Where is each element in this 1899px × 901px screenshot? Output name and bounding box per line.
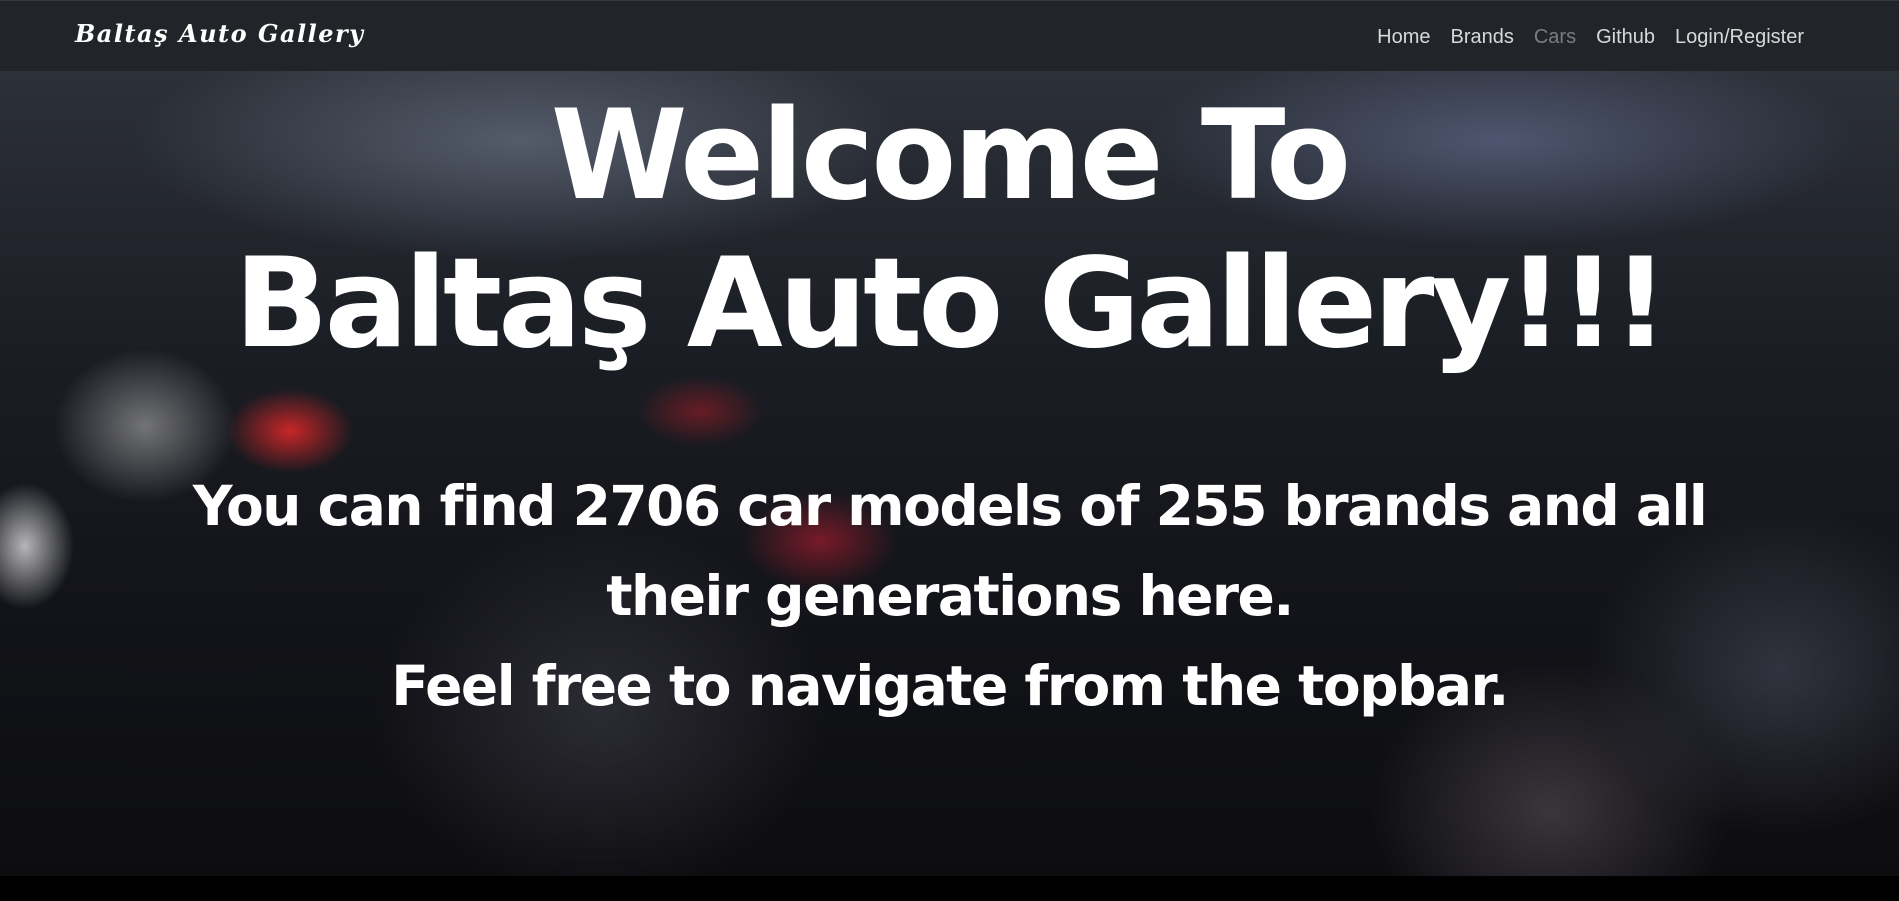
nav-item-brands: Brands bbox=[1440, 23, 1523, 51]
page: Baltaş Auto Gallery Home Brands Cars Git… bbox=[0, 0, 1899, 901]
nav-links: Home Brands Cars Github Login/Register bbox=[1367, 23, 1814, 51]
hero-title-line-2: Baltaş Auto Gallery!!! bbox=[234, 232, 1669, 376]
nav-item-login-register: Login/Register bbox=[1665, 23, 1814, 51]
bottom-bar bbox=[0, 876, 1899, 901]
nav-link-login-register[interactable]: Login/Register bbox=[1665, 23, 1814, 51]
nav-item-cars: Cars bbox=[1524, 23, 1586, 51]
nav-item-github: Github bbox=[1586, 23, 1665, 51]
nav-link-brands[interactable]: Brands bbox=[1440, 23, 1523, 51]
nav-link-cars[interactable]: Cars bbox=[1524, 23, 1586, 51]
hero-subtitle-line-2: Feel free to navigate from the topbar. bbox=[391, 654, 1509, 718]
hero-section: Welcome To Baltaş Auto Gallery!!! You ca… bbox=[0, 71, 1899, 876]
nav-link-github[interactable]: Github bbox=[1586, 23, 1665, 51]
nav-item-home: Home bbox=[1367, 23, 1440, 51]
brand-logo[interactable]: Baltaş Auto Gallery bbox=[75, 19, 365, 48]
hero-subtitle: You can find 2706 car models of 255 bran… bbox=[0, 461, 1899, 731]
hero-title-line-1: Welcome To bbox=[550, 84, 1351, 228]
top-navbar: Baltaş Auto Gallery Home Brands Cars Git… bbox=[0, 0, 1899, 71]
nav-link-home[interactable]: Home bbox=[1367, 23, 1440, 51]
hero-subtitle-line-1: You can find 2706 car models of 255 bran… bbox=[192, 474, 1708, 628]
